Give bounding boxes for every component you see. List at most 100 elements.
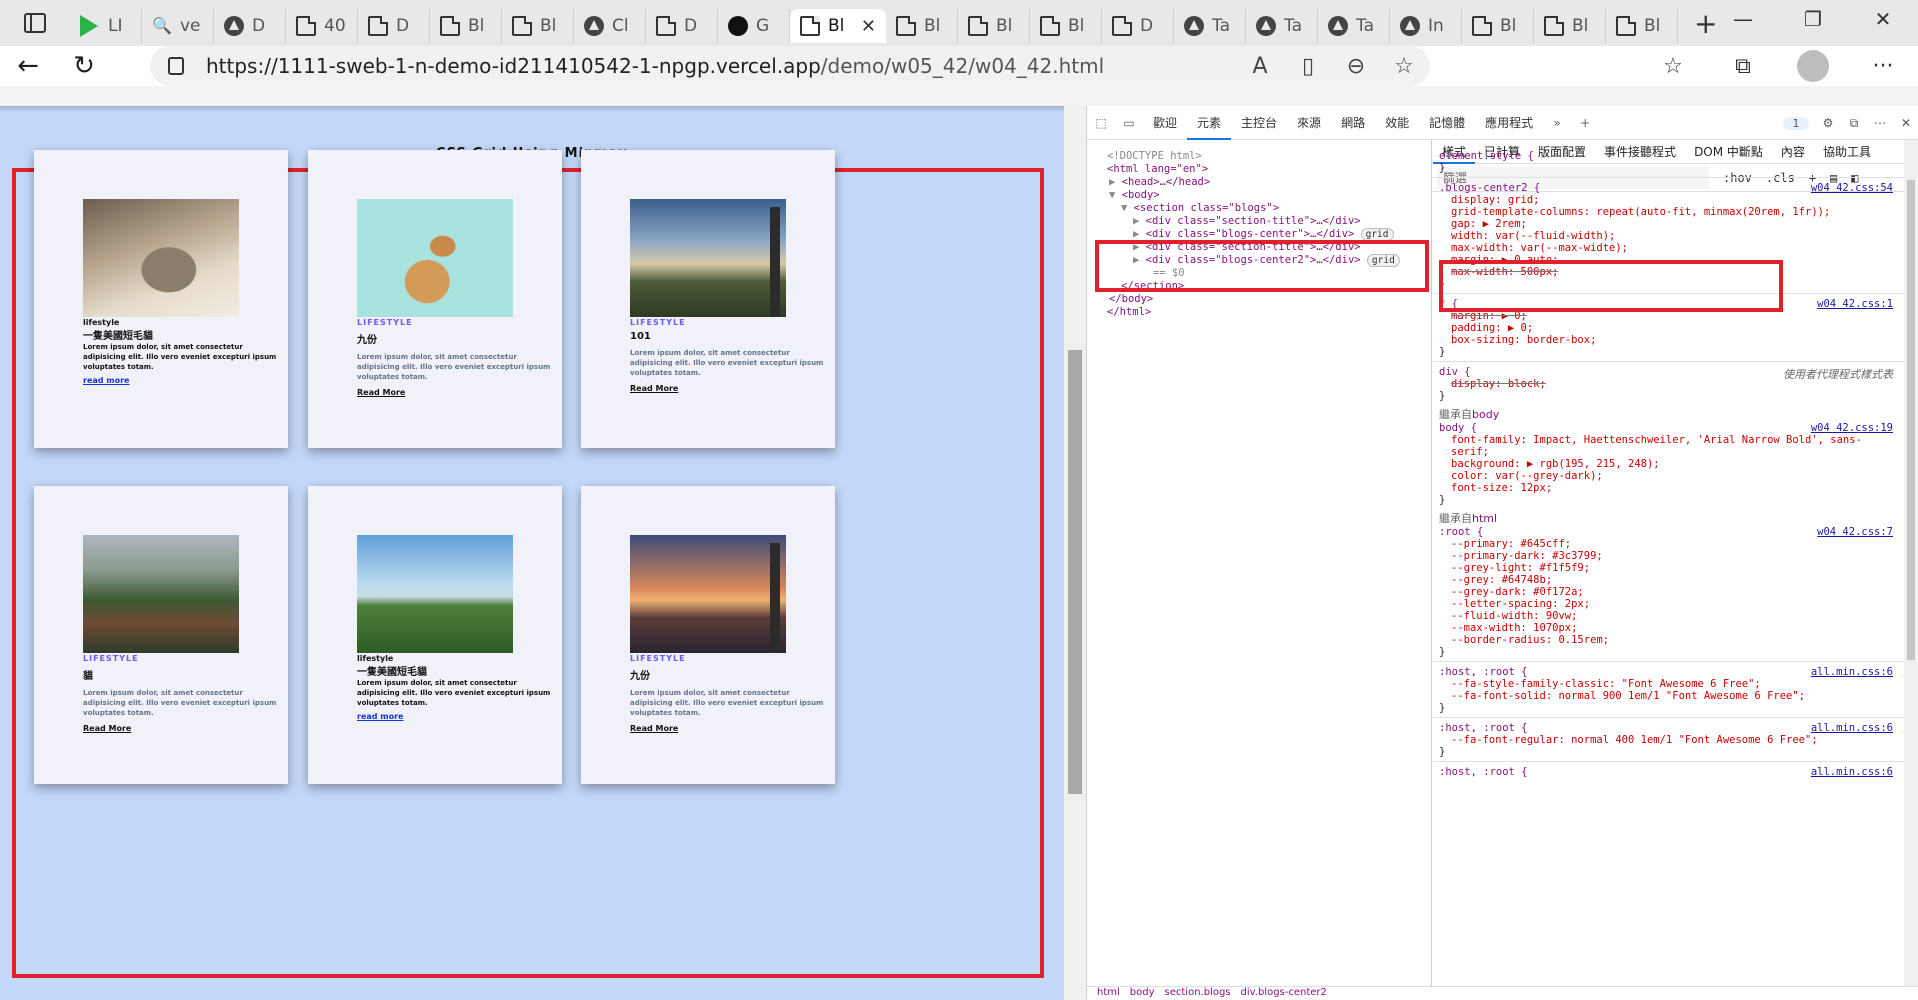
dom-div-1[interactable]: ▶ <div class="section-title">…</div> <box>1133 215 1361 227</box>
style-property[interactable]: --fa-font-regular: normal 400 1em/1 "Fon… <box>1451 734 1818 746</box>
breadcrumb-item[interactable]: div.blogs-center2 <box>1241 987 1327 998</box>
read-more-link[interactable]: Read More <box>630 384 678 393</box>
dock-icon[interactable]: ⧉ <box>1841 116 1867 131</box>
add-favorite-icon[interactable]: ☆ <box>1388 54 1420 79</box>
browser-tab[interactable]: In <box>1390 9 1462 43</box>
style-property[interactable]: font-size: 12px; <box>1451 482 1552 494</box>
styles-subtab[interactable]: 版面配置 <box>1529 140 1595 164</box>
browser-tab[interactable]: D <box>1102 9 1174 43</box>
browser-tab-active[interactable]: Bl ✕ <box>790 9 886 43</box>
style-property[interactable]: max-width: var(--max-widte); <box>1451 242 1628 254</box>
styles-subtab[interactable]: 事件接聽程式 <box>1595 140 1685 164</box>
browser-tab[interactable]: Bl <box>1030 9 1102 43</box>
read-more-link[interactable]: read more <box>357 712 403 721</box>
breadcrumb-item[interactable]: html <box>1097 987 1120 998</box>
styles-subtab[interactable]: 內容 <box>1772 140 1814 164</box>
style-property[interactable]: serif; <box>1451 446 1489 458</box>
close-tab-icon[interactable]: ✕ <box>861 16 876 37</box>
more-options-icon[interactable]: ⋯ <box>1867 116 1893 130</box>
style-property[interactable]: font-family: Impact, Haettenschweiler, '… <box>1451 434 1862 446</box>
browser-tab[interactable]: Bl <box>430 9 502 43</box>
rule-source-link[interactable]: w04 42.css:1 <box>1817 298 1893 310</box>
dom-body[interactable]: ▼ <body> <box>1109 189 1160 201</box>
devtools-tab[interactable]: 歡迎 <box>1143 106 1187 140</box>
more-tabs-icon[interactable]: » <box>1543 116 1571 130</box>
rule-source-link[interactable]: w04 42.css:7 <box>1817 526 1893 538</box>
style-property[interactable]: width: var(--fluid-width); <box>1451 230 1615 242</box>
devtools-tab[interactable]: 應用程式 <box>1475 106 1543 140</box>
address-bar[interactable]: https://1111-sweb-1-n-demo-id211410542-1… <box>150 46 1430 86</box>
browser-tab[interactable]: Cl <box>574 9 646 43</box>
dom-html[interactable]: <html lang="en"> <box>1107 163 1208 175</box>
read-more-link[interactable]: Read More <box>630 724 678 733</box>
read-more-link[interactable]: read more <box>83 376 129 385</box>
browser-tab[interactable]: D <box>358 9 430 43</box>
collections-icon[interactable]: ⧉ <box>1708 54 1778 79</box>
style-property[interactable]: --max-width: 1070px; <box>1451 622 1577 634</box>
breadcrumb-item[interactable]: body <box>1130 987 1155 998</box>
dom-section[interactable]: ▼ <section class="blogs"> <box>1121 202 1279 214</box>
dom-html-close[interactable]: </html> <box>1107 306 1151 318</box>
minimize-icon[interactable]: — <box>1708 0 1778 38</box>
browser-tab[interactable]: Ta <box>1174 9 1246 43</box>
style-property[interactable]: background: ▶ rgb(195, 215, 248); <box>1451 458 1660 470</box>
read-aloud-icon[interactable]: A <box>1244 54 1276 79</box>
style-property[interactable]: color: var(--grey-dark); <box>1451 470 1603 482</box>
style-property[interactable]: --fa-font-solid: normal 900 1em/1 "Font … <box>1451 690 1805 702</box>
style-property[interactable]: box-sizing: border-box; <box>1451 334 1596 346</box>
style-property[interactable]: gap: ▶ 2rem; <box>1451 218 1527 230</box>
browser-tab[interactable]: Ta <box>1246 9 1318 43</box>
browser-tab[interactable]: 🔍 ve <box>142 9 214 43</box>
devtools-tab[interactable]: 主控台 <box>1231 106 1287 140</box>
rule-source-link[interactable]: all.min.css:6 <box>1811 666 1893 678</box>
collapse-arrow-icon[interactable]: ▼ <box>1109 189 1122 201</box>
style-property[interactable]: --grey-dark: #0f172a; <box>1451 586 1584 598</box>
rule-source-link[interactable]: all.min.css:6 <box>1811 766 1893 778</box>
devtools-tab[interactable]: 元素 <box>1187 106 1232 140</box>
dom-head[interactable]: ▶ <head>…</head> <box>1109 176 1210 188</box>
add-tab-icon[interactable]: + <box>1571 116 1599 130</box>
browser-tab[interactable]: Bl <box>958 9 1030 43</box>
settings-icon[interactable]: ⚙ <box>1815 116 1841 130</box>
expand-arrow-icon[interactable]: ▶ <box>1109 176 1122 188</box>
rule-source-link[interactable]: w04 42.css:54 <box>1811 182 1893 194</box>
browser-tab[interactable]: Ta <box>1318 9 1390 43</box>
issues-badge[interactable]: 1 <box>1783 116 1809 130</box>
browser-tab[interactable]: Bl <box>502 9 574 43</box>
browser-tab[interactable]: D <box>646 9 718 43</box>
style-property[interactable]: display: block; <box>1451 378 1546 390</box>
style-property[interactable]: --fa-style-family-classic: "Font Awesome… <box>1451 678 1761 690</box>
style-property[interactable]: --grey: #64748b; <box>1451 574 1552 586</box>
browser-tab[interactable]: D <box>214 9 286 43</box>
dom-doctype[interactable]: <!DOCTYPE html> <box>1107 150 1202 162</box>
browser-tab[interactable]: Bl <box>1462 9 1534 43</box>
collapse-arrow-icon[interactable]: ▼ <box>1121 202 1134 214</box>
style-property[interactable]: padding: ▶ 0; <box>1451 322 1533 334</box>
avatar[interactable] <box>1797 50 1829 82</box>
browser-tab[interactable]: 40 <box>286 9 358 43</box>
browser-tab[interactable]: Bl <box>886 9 958 43</box>
devtools-tab[interactable]: 記憶體 <box>1419 106 1475 140</box>
style-property[interactable]: --border-radius: 0.15rem; <box>1451 634 1609 646</box>
styles-scrollbar-thumb[interactable] <box>1907 180 1915 660</box>
browser-tab[interactable]: LI <box>70 9 142 43</box>
page-scrollbar-thumb[interactable] <box>1068 350 1082 794</box>
more-menu-icon[interactable]: ··· <box>1848 54 1918 79</box>
dom-body-close[interactable]: </body> <box>1109 293 1153 305</box>
devtools-tab[interactable]: 效能 <box>1375 106 1419 140</box>
maximize-icon[interactable]: ❐ <box>1778 0 1848 38</box>
styles-subtab[interactable]: DOM 中斷點 <box>1685 140 1772 164</box>
back-button[interactable]: ← <box>0 46 56 86</box>
devtools-tab[interactable]: 來源 <box>1287 106 1331 140</box>
style-property[interactable]: --primary-dark: #3c3799; <box>1451 550 1603 562</box>
style-property[interactable]: --fluid-width: 90vw; <box>1451 610 1577 622</box>
expand-arrow-icon[interactable]: ▶ <box>1133 228 1146 240</box>
expand-arrow-icon[interactable]: ▶ <box>1133 215 1146 227</box>
tab-actions-button[interactable] <box>0 0 70 46</box>
refresh-button[interactable]: ↻ <box>56 46 112 86</box>
favorites-icon[interactable]: ☆ <box>1638 54 1708 79</box>
style-property[interactable]: --letter-spacing: 2px; <box>1451 598 1590 610</box>
browser-tab[interactable]: Bl <box>1606 9 1678 43</box>
browser-tab[interactable]: Bl <box>1534 9 1606 43</box>
rule-source-link[interactable]: all.min.css:6 <box>1811 722 1893 734</box>
